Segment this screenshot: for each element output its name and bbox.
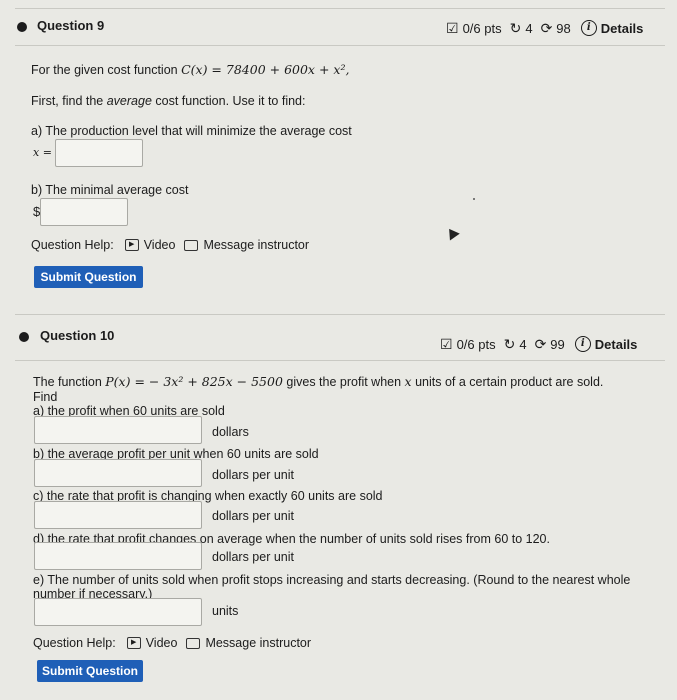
- help-label: Question Help:: [31, 238, 114, 252]
- part-a-unit: dollars: [212, 425, 249, 439]
- intro-prefix: The function: [33, 375, 106, 389]
- instruction-em: average: [106, 94, 152, 108]
- mail-icon: [186, 637, 201, 649]
- find-label: Find: [33, 390, 58, 404]
- bullet-icon: [17, 22, 27, 32]
- intro-var: x: [404, 374, 412, 389]
- help-label: Question Help:: [33, 636, 116, 650]
- video-icon: ▶: [124, 239, 139, 251]
- question-9: Question 9 ☑ 0/6 pts ↻ 4 ⟳ 98 i Details …: [0, 0, 677, 310]
- checkbox-icon: ☑: [440, 336, 453, 352]
- part-b-unit: dollars per unit: [212, 468, 294, 482]
- attempts-icon: ⟳: [534, 336, 547, 352]
- intro-suffix: units of a certain product are sold.: [411, 375, 604, 389]
- attempts-count: 98: [556, 20, 571, 36]
- profit-function: P(x) = − 3x² + 825x − 5500: [105, 374, 283, 389]
- cost-function: C(x) = 78400 + 600x + x²,: [181, 62, 350, 77]
- video-icon: ▶: [126, 637, 141, 649]
- divider: [15, 8, 665, 9]
- submit-button[interactable]: Submit Question: [34, 266, 143, 288]
- part-b-label: b) The minimal average cost: [31, 183, 189, 197]
- question-meta: ☑ 0/6 pts ↻ 4 ⟳ 99 i Details: [440, 336, 637, 352]
- points: 0/6 pts: [462, 20, 502, 36]
- divider: [15, 360, 665, 361]
- instruction-text: First, find the average cost function. U…: [31, 94, 305, 108]
- details-link[interactable]: Details: [601, 21, 644, 36]
- production-level-input[interactable]: [55, 139, 143, 167]
- retries-count: 4: [519, 336, 527, 352]
- part-d-unit: dollars per unit: [212, 550, 294, 564]
- question-help: Question Help: ▶ Video Message instructo…: [31, 238, 309, 252]
- instruction-a: First, find the: [31, 94, 107, 108]
- bullet-icon: [19, 332, 29, 342]
- retry-icon: ↻: [509, 20, 522, 36]
- video-link[interactable]: Video: [146, 636, 178, 650]
- divider: [15, 45, 665, 46]
- intro-text: For the given cost function C(x) = 78400…: [31, 62, 349, 77]
- message-instructor-link[interactable]: Message instructor: [203, 238, 309, 252]
- submit-button[interactable]: Submit Question: [37, 660, 143, 682]
- rate-profit-input[interactable]: [34, 501, 202, 529]
- part-e-unit: units: [212, 604, 239, 618]
- info-icon[interactable]: i: [580, 20, 597, 36]
- question-title: Question 10: [40, 328, 115, 343]
- points: 0/6 pts: [456, 336, 496, 352]
- instruction-b: cost function. Use it to find:: [151, 94, 306, 108]
- units-input[interactable]: [34, 598, 202, 626]
- details-link[interactable]: Details: [595, 337, 638, 352]
- minimal-average-cost-input[interactable]: [40, 198, 128, 226]
- question-10: Question 10 ☑ 0/6 pts ↻ 4 ⟳ 99 i Details…: [0, 310, 677, 700]
- average-rate-input[interactable]: [34, 542, 202, 570]
- intro-prefix: For the given cost function: [31, 63, 182, 77]
- retries-count: 4: [525, 20, 533, 36]
- mail-icon: [184, 239, 199, 251]
- dust-speck: [473, 198, 475, 200]
- retry-icon: ↻: [503, 336, 516, 352]
- intro-text: The function P(x) = − 3x² + 825x − 5500 …: [33, 374, 603, 389]
- attempts-icon: ⟳: [540, 20, 553, 36]
- part-e-label-line1: e) The number of units sold when profit …: [33, 573, 631, 587]
- attempts-count: 99: [550, 336, 565, 352]
- checkbox-icon: ☑: [446, 20, 459, 36]
- question-title: Question 9: [37, 18, 105, 33]
- var-label: x =: [33, 146, 52, 159]
- question-help: Question Help: ▶ Video Message instructo…: [33, 636, 311, 650]
- intro-mid: gives the profit when: [282, 375, 405, 389]
- profit-input[interactable]: [34, 416, 202, 444]
- info-icon[interactable]: i: [574, 336, 591, 352]
- question-meta: ☑ 0/6 pts ↻ 4 ⟳ 98 i Details: [446, 20, 643, 36]
- average-profit-input[interactable]: [34, 459, 202, 487]
- divider: [15, 314, 665, 315]
- part-c-unit: dollars per unit: [212, 509, 294, 523]
- video-link[interactable]: Video: [144, 238, 176, 252]
- message-instructor-link[interactable]: Message instructor: [205, 636, 311, 650]
- part-a-label: a) The production level that will minimi…: [31, 124, 352, 138]
